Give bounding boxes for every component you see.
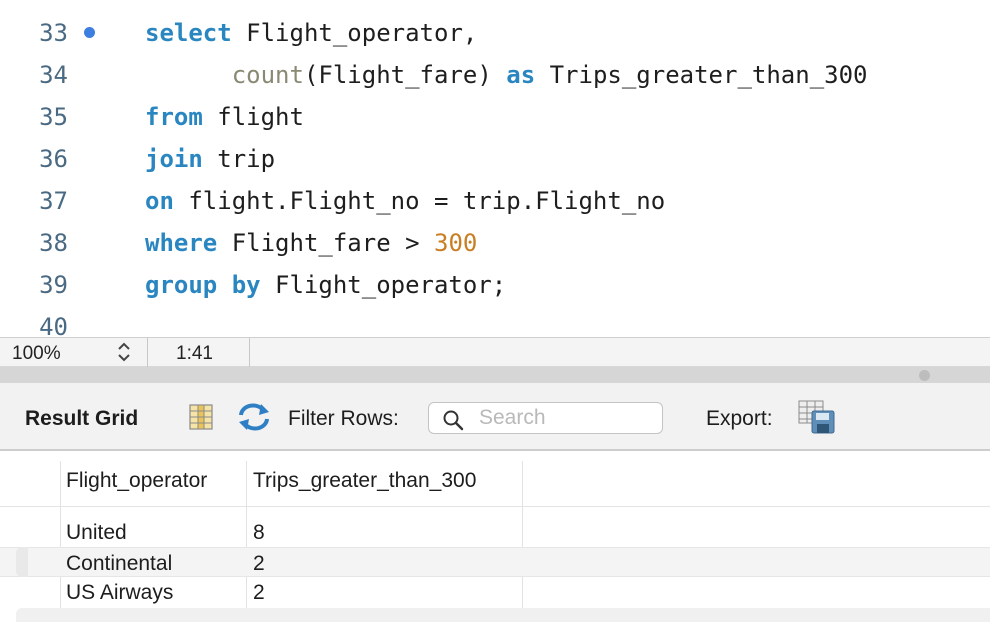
code-text: join trip	[145, 145, 276, 173]
line-number: 34	[39, 61, 68, 89]
export-save-icon[interactable]	[797, 399, 837, 435]
filter-search-input[interactable]	[479, 406, 654, 430]
column-header-trips[interactable]: Trips_greater_than_300	[253, 469, 476, 493]
result-toolbar: Result Grid Filter Rows: Export:	[0, 383, 990, 451]
sql-editor[interactable]: 33 select Flight_operator, 34 count(Flig…	[0, 0, 990, 337]
filter-search-box[interactable]	[428, 402, 663, 434]
code-line: 34 count(Flight_fare) as Trips_greater_t…	[0, 54, 990, 96]
code-text: where Flight_fare > 300	[145, 229, 478, 257]
pane-splitter[interactable]	[0, 367, 990, 383]
code-text: select Flight_operator,	[145, 19, 478, 47]
filter-rows-label: Filter Rows:	[288, 407, 399, 430]
line-number: 33	[39, 19, 68, 47]
line-number: 37	[39, 187, 68, 215]
cursor-position: 1:41	[176, 343, 213, 364]
export-label: Export:	[706, 407, 773, 430]
line-number: 35	[39, 103, 68, 131]
editor-status-bar: 100% 1:41	[0, 337, 990, 367]
code-line: 35 from flight	[0, 96, 990, 138]
line-number: 38	[39, 229, 68, 257]
code-text: from flight	[145, 103, 304, 131]
column-header-flight-operator[interactable]: Flight_operator	[66, 469, 207, 493]
table-cell[interactable]: United	[66, 521, 127, 545]
row-selector[interactable]	[16, 547, 28, 577]
table-row[interactable]: United 8	[0, 517, 990, 547]
refresh-icon[interactable]	[236, 401, 272, 433]
table-row[interactable]: US Airways 2	[0, 577, 990, 607]
table-row-empty[interactable]	[16, 608, 990, 622]
statement-marker-icon[interactable]	[84, 27, 95, 38]
status-divider	[249, 338, 250, 367]
result-grid-tab[interactable]: Result Grid	[25, 407, 138, 431]
zoom-stepper-icon[interactable]	[116, 341, 132, 363]
table-cell[interactable]: 8	[253, 521, 265, 545]
code-line: 39 group by Flight_operator;	[0, 264, 990, 306]
zoom-level: 100%	[12, 343, 61, 364]
line-number: 39	[39, 271, 68, 299]
table-cell[interactable]: 2	[253, 581, 265, 605]
table-row[interactable]: Continental 2	[0, 547, 990, 577]
table-cell[interactable]: 2	[253, 552, 265, 576]
code-line: 38 where Flight_fare > 300	[0, 222, 990, 264]
status-divider	[147, 338, 148, 367]
code-line: 37 on flight.Flight_no = trip.Flight_no	[0, 180, 990, 222]
code-text: on flight.Flight_no = trip.Flight_no	[145, 187, 666, 215]
table-cell[interactable]: Continental	[66, 552, 172, 576]
code-line: 33 select Flight_operator,	[0, 12, 990, 54]
code-text: count(Flight_fare) as Trips_greater_than…	[231, 61, 868, 89]
table-cell[interactable]: US Airways	[66, 581, 173, 605]
result-grid[interactable]: Flight_operator Trips_greater_than_300 U…	[0, 451, 990, 622]
code-line: 40	[0, 306, 990, 337]
header-divider	[0, 506, 990, 507]
grid-layout-icon[interactable]	[187, 402, 215, 432]
search-icon	[443, 410, 464, 431]
splitter-handle-icon[interactable]	[919, 370, 930, 381]
line-number: 40	[39, 313, 68, 337]
line-number: 36	[39, 145, 68, 173]
code-line: 36 join trip	[0, 138, 990, 180]
code-text: group by Flight_operator;	[145, 271, 507, 299]
